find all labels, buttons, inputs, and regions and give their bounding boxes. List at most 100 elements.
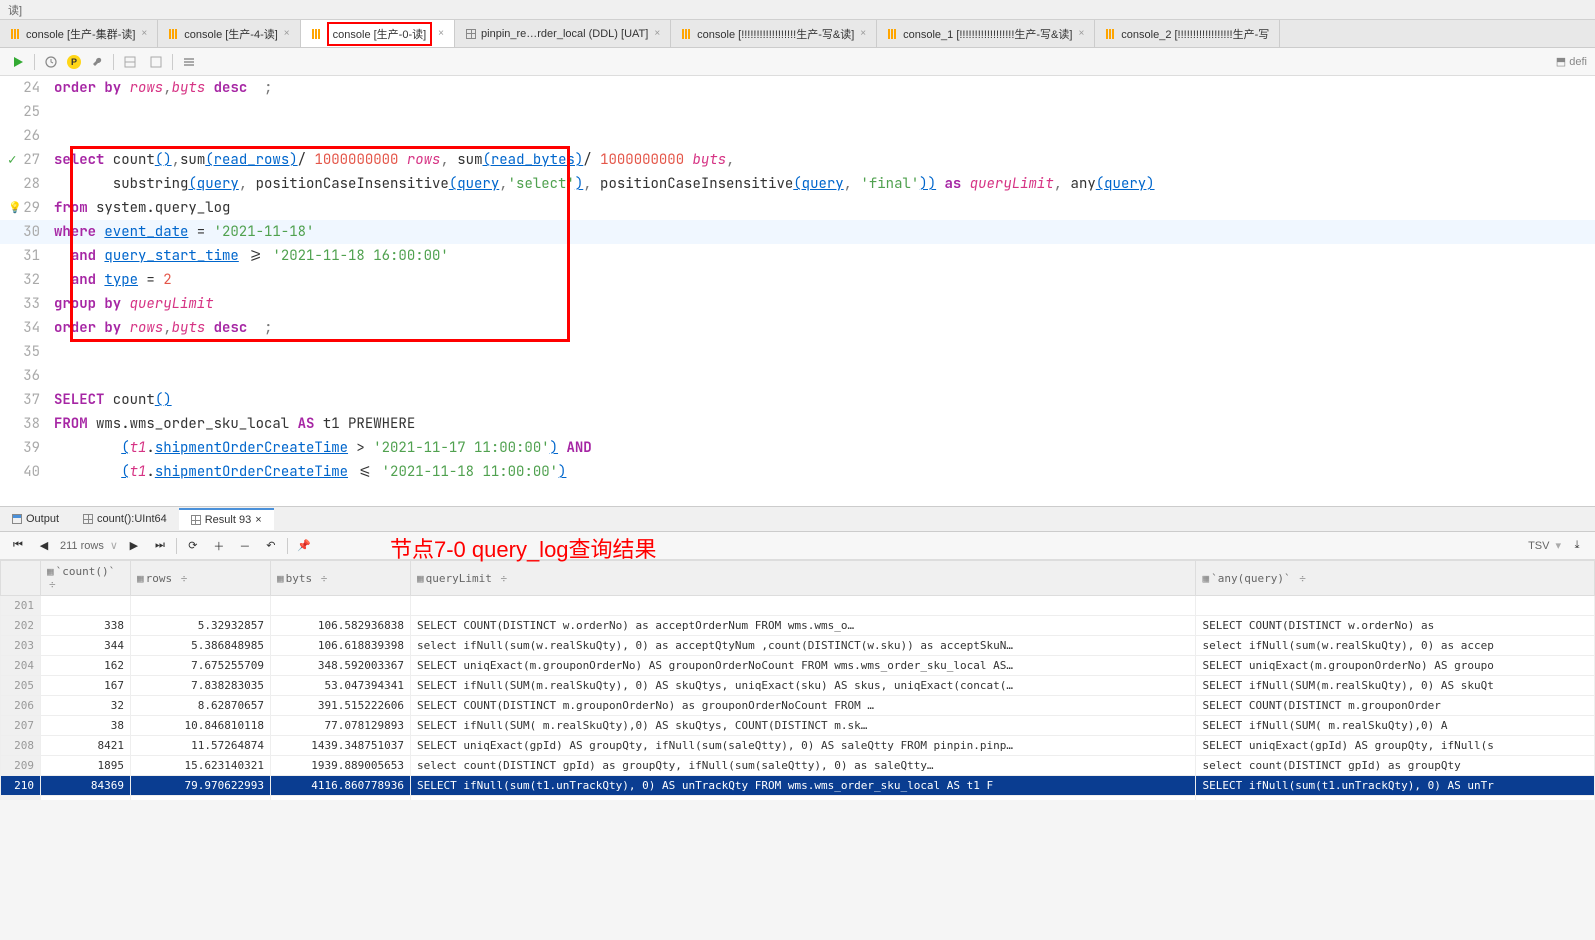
results-grid[interactable]: ▦`count()` ÷▦rows ÷▦byts ÷▦queryLimit ÷▦… — [0, 560, 1595, 800]
cell-query[interactable] — [411, 596, 1196, 616]
toolbar-right-icon[interactable]: ⬒ defi — [1556, 55, 1587, 68]
code-content[interactable] — [50, 364, 1595, 388]
close-icon[interactable]: × — [284, 28, 290, 39]
editor-tab[interactable]: console [!!!!!!!!!!!!!!!!!!生产-写&读]× — [671, 20, 877, 47]
cell-byts[interactable]: 106.582936838 — [271, 616, 411, 636]
editor-tab[interactable]: console_2 [!!!!!!!!!!!!!!!!!!生产-写 — [1095, 20, 1280, 47]
table-row[interactable]: 2023385.32932857106.582936838SELECT COUN… — [1, 616, 1595, 636]
code-line[interactable]: 39 (t1.shipmentOrderCreateTime > '2021-1… — [0, 436, 1595, 460]
close-icon[interactable]: × — [141, 28, 147, 39]
sort-icon[interactable]: ÷ — [321, 572, 328, 585]
cell-count[interactable]: 38 — [41, 716, 131, 736]
sort-icon[interactable]: ÷ — [181, 572, 188, 585]
editor-tab[interactable]: console [生产-0-读]× — [301, 20, 455, 47]
cell-query[interactable]: SELECT uniqExact(gpId) AS groupQty, ifNu… — [411, 736, 1196, 756]
code-content[interactable]: order by rows,byts desc ; — [50, 76, 1595, 100]
cell-any[interactable]: SELECT ifNull(SUM( m.realSkuQty),0) A — [1196, 716, 1595, 736]
column-header[interactable]: ▦`count()` ÷ — [41, 561, 131, 596]
run-button[interactable] — [8, 52, 28, 72]
bulb-icon[interactable]: 💡 — [8, 196, 22, 220]
code-content[interactable]: order by rows,byts desc ; — [50, 316, 1595, 340]
refresh-icon[interactable]: ⟳ — [183, 536, 203, 556]
cell-query[interactable]: SELECT ifNull(SUM(m.realSkuQty), 0) AS s… — [411, 676, 1196, 696]
cell-any[interactable]: SELECT COUNT(DISTINCT m.grouponOrder — [1196, 696, 1595, 716]
code-content[interactable]: (t1.shipmentOrderCreateTime <= '2021-11-… — [50, 460, 1595, 484]
cell-query[interactable]: select ifNull(sum(t1.unTrackQty), 0) AS … — [411, 796, 1196, 801]
code-line[interactable]: 36 — [0, 364, 1595, 388]
layout-icon-1[interactable] — [120, 52, 140, 72]
cell-byts[interactable]: 348.592003367 — [271, 656, 411, 676]
cell-count[interactable]: 32 — [41, 696, 131, 716]
cell-rows[interactable]: 5.32932857 — [131, 616, 271, 636]
cell-count[interactable]: 162 — [41, 656, 131, 676]
code-content[interactable]: SELECT count() — [50, 388, 1595, 412]
code-content[interactable]: where event_date = '2021-11-18' — [50, 220, 1595, 244]
code-content[interactable] — [50, 100, 1595, 124]
cell-query[interactable]: select count(DISTINCT gpId) as groupQty,… — [411, 756, 1196, 776]
cell-any[interactable]: SELECT COUNT(DISTINCT w.orderNo) as — [1196, 616, 1595, 636]
cell-byts[interactable]: 391.515222606 — [271, 696, 411, 716]
cell-byts[interactable] — [271, 596, 411, 616]
cell-rows[interactable]: 8.62870657 — [131, 696, 271, 716]
cell-rows[interactable]: 7.675255709 — [131, 656, 271, 676]
code-line[interactable]: ✓27select count(),sum(read_rows)/ 100000… — [0, 148, 1595, 172]
first-page-icon[interactable]: ⏮ — [8, 536, 28, 556]
column-header[interactable]: ▦rows ÷ — [131, 561, 271, 596]
table-row[interactable]: 2051677.83828303553.047394341SELECT ifNu… — [1, 676, 1595, 696]
column-header[interactable]: ▦`any(query)` ÷ — [1196, 561, 1595, 596]
close-icon[interactable]: × — [1078, 28, 1084, 39]
cell-count[interactable]: 344 — [41, 636, 131, 656]
table-row[interactable]: 21115912149.9705107927589.968161554selec… — [1, 796, 1595, 801]
code-line[interactable]: 32 and type = 2 — [0, 268, 1595, 292]
cell-query[interactable]: SELECT ifNull(SUM( m.realSkuQty),0) AS s… — [411, 716, 1196, 736]
code-content[interactable]: from system.query_log — [50, 196, 1595, 220]
code-content[interactable] — [50, 124, 1595, 148]
close-icon[interactable]: × — [654, 28, 660, 39]
cell-byts[interactable]: 106.618839398 — [271, 636, 411, 656]
cell-rows[interactable]: 11.57264874 — [131, 736, 271, 756]
cell-query[interactable]: select ifNull(sum(w.realSkuQty), 0) as a… — [411, 636, 1196, 656]
cell-count[interactable] — [41, 596, 131, 616]
code-line[interactable]: 35 — [0, 340, 1595, 364]
layout-icon-2[interactable] — [146, 52, 166, 72]
cell-byts[interactable]: 77.078129893 — [271, 716, 411, 736]
export-icon[interactable]: ⤓ — [1567, 536, 1587, 556]
cell-rows[interactable] — [131, 596, 271, 616]
table-row[interactable]: 2108436979.9706229934116.860778936SELECT… — [1, 776, 1595, 796]
code-content[interactable]: and query_start_time >= '2021-11-18 16:0… — [50, 244, 1595, 268]
editor-tab[interactable]: console [生产-4-读]× — [158, 20, 300, 47]
cell-any[interactable]: SELECT ifNull(sum(t1.unTrackQty), 0) AS … — [1196, 776, 1595, 796]
code-line[interactable]: 34order by rows,byts desc ; — [0, 316, 1595, 340]
cell-count[interactable]: 15912 — [41, 796, 131, 801]
close-icon[interactable]: × — [255, 514, 261, 526]
cell-any[interactable]: select count(DISTINCT gpId) as groupQty — [1196, 756, 1595, 776]
cell-rows[interactable]: 79.970622993 — [131, 776, 271, 796]
cell-byts[interactable]: 1939.889005653 — [271, 756, 411, 776]
code-content[interactable]: substring(query, positionCaseInsensitive… — [50, 172, 1595, 196]
history-icon[interactable] — [41, 52, 61, 72]
code-line[interactable]: 33group by queryLimit — [0, 292, 1595, 316]
last-page-icon[interactable]: ⏭ — [150, 536, 170, 556]
tree-icon[interactable] — [179, 52, 199, 72]
revert-icon[interactable]: ↶ — [261, 536, 281, 556]
column-header[interactable]: ▦queryLimit ÷ — [411, 561, 1196, 596]
close-icon[interactable]: × — [860, 28, 866, 39]
table-row[interactable]: 201 — [1, 596, 1595, 616]
cell-count[interactable]: 338 — [41, 616, 131, 636]
sort-icon[interactable]: ÷ — [49, 578, 56, 591]
code-content[interactable]: (t1.shipmentOrderCreateTime > '2021-11-1… — [50, 436, 1595, 460]
close-icon[interactable]: × — [438, 28, 444, 39]
cell-byts[interactable]: 53.047394341 — [271, 676, 411, 696]
cell-query[interactable]: SELECT uniqExact(m.grouponOrderNo) AS gr… — [411, 656, 1196, 676]
code-editor[interactable]: 24order by rows,byts desc ;25 26 ✓27sele… — [0, 76, 1595, 506]
code-line[interactable]: 24order by rows,byts desc ; — [0, 76, 1595, 100]
code-line[interactable]: 💡29from system.query_log — [0, 196, 1595, 220]
table-row[interactable]: 2073810.84681011877.078129893SELECT ifNu… — [1, 716, 1595, 736]
table-row[interactable]: 2033445.386848985106.618839398select ifN… — [1, 636, 1595, 656]
cell-query[interactable]: SELECT ifNull(sum(t1.unTrackQty), 0) AS … — [411, 776, 1196, 796]
pin-icon[interactable]: 📌 — [294, 536, 314, 556]
cell-any[interactable]: SELECT ifNull(SUM(m.realSkuQty), 0) AS s… — [1196, 676, 1595, 696]
editor-tab[interactable]: pinpin_re…rder_local (DDL) [UAT]× — [455, 20, 671, 47]
add-row-icon[interactable]: ＋ — [209, 536, 229, 556]
next-page-icon[interactable]: ▶ — [124, 536, 144, 556]
